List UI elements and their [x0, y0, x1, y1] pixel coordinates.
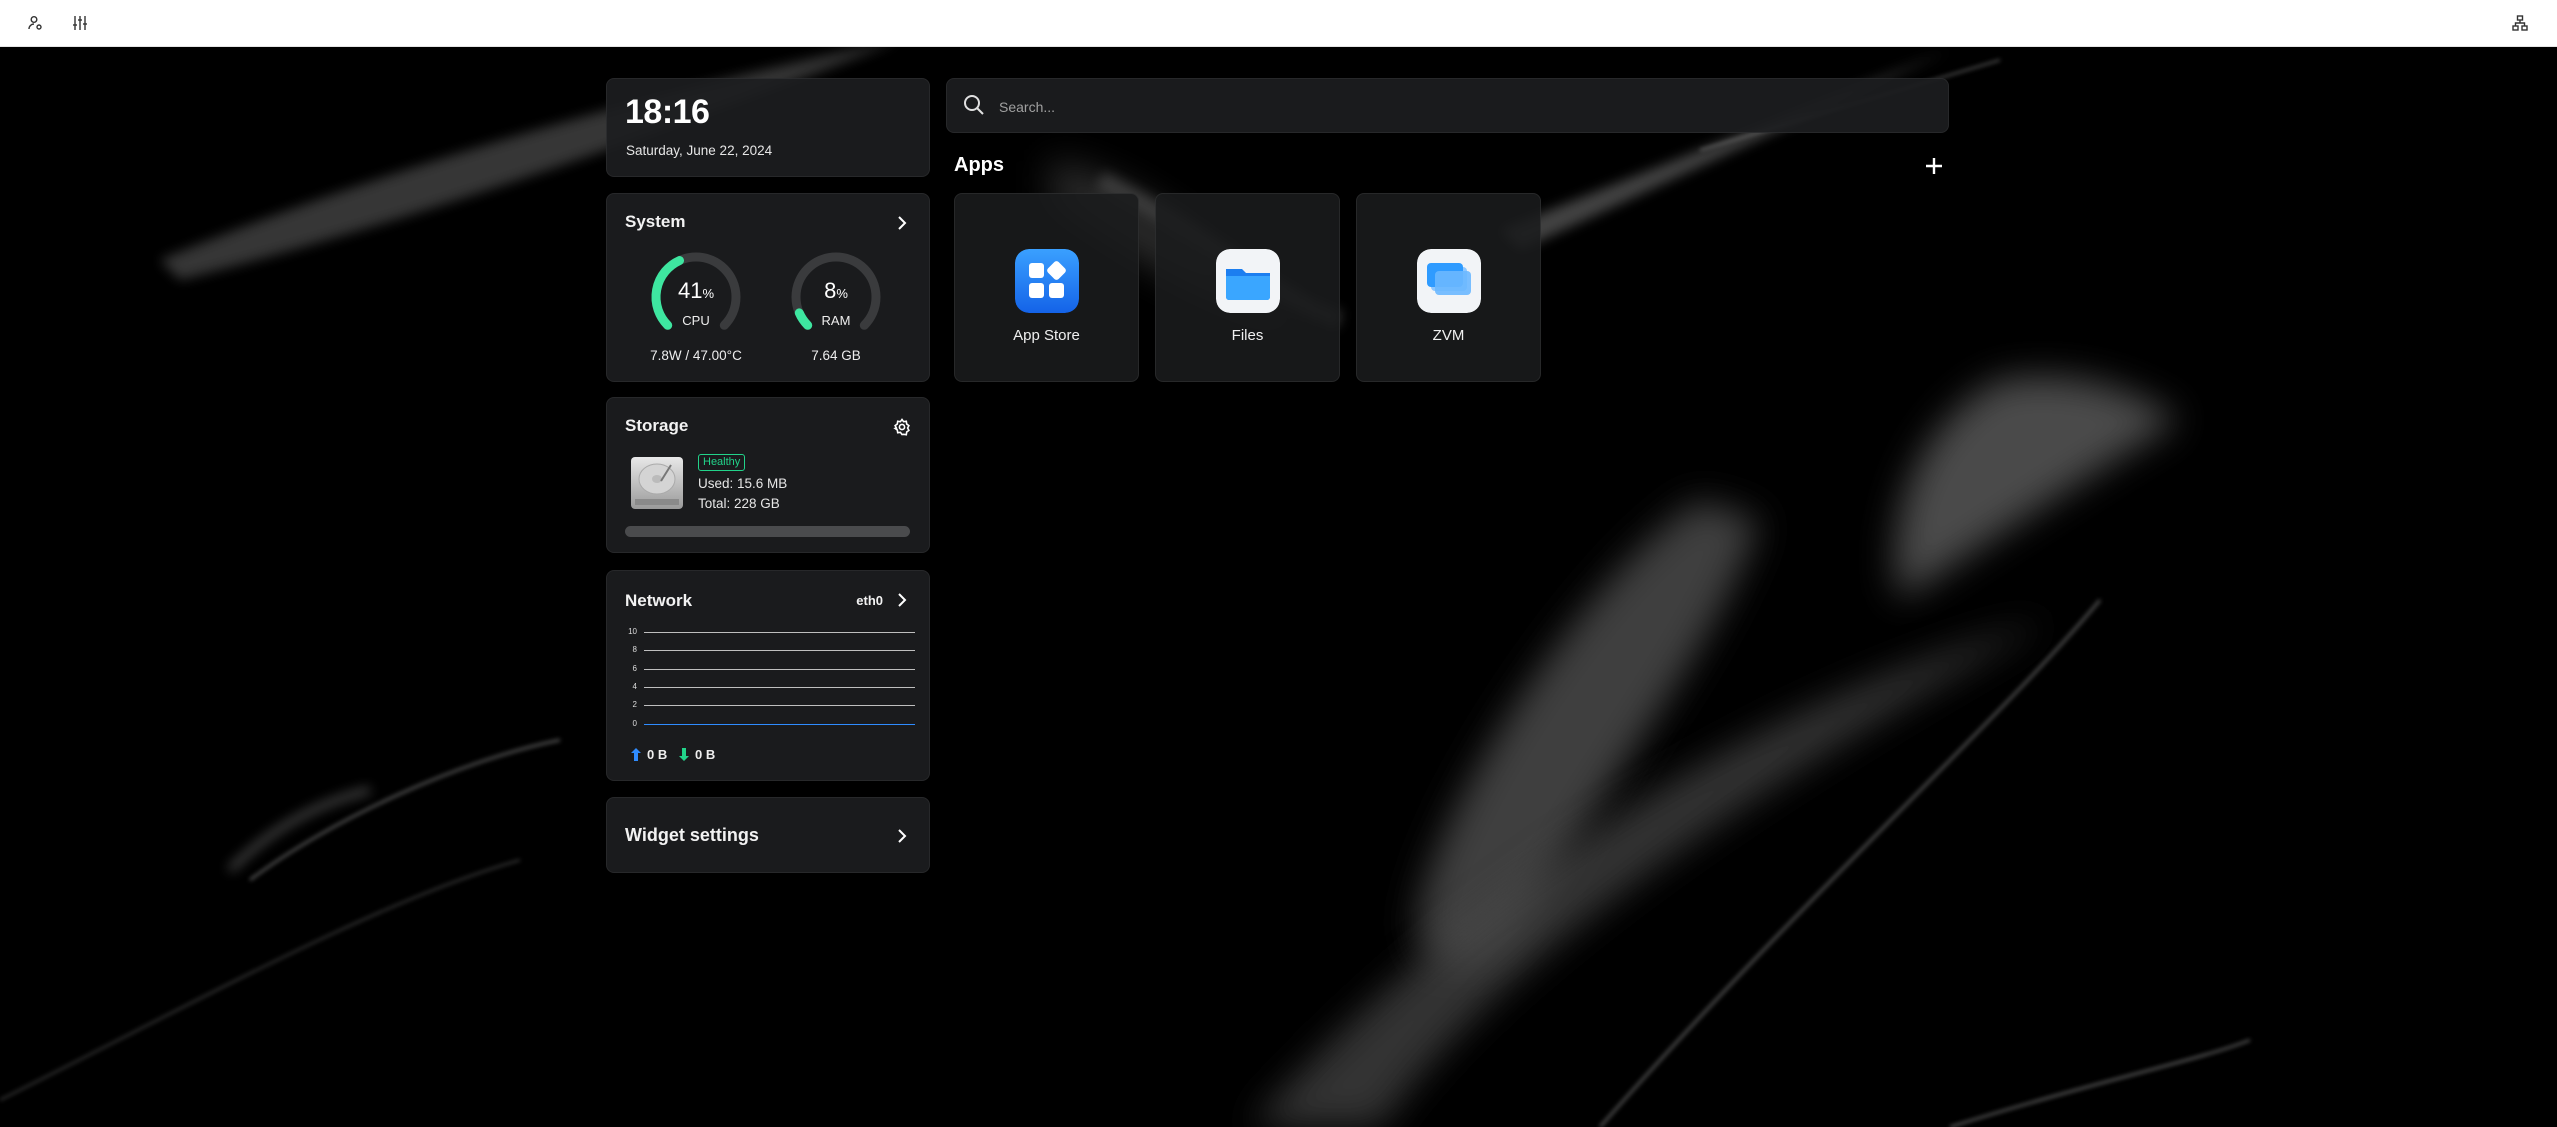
- network-widget: Network eth0 10 8 6 4 2 0 0 B 0 B: [606, 570, 930, 781]
- upload-arrow-icon: [631, 748, 641, 766]
- storage-usage-bar: [625, 526, 910, 537]
- system-widget: System 41% CPU 7.8W / 47.00°C 8% RAM 7.6…: [606, 193, 930, 382]
- y-tick: 6: [632, 664, 637, 673]
- cpu-gauge: 41% CPU: [647, 248, 745, 346]
- app-name: ZVM: [1432, 327, 1465, 344]
- network-interface: eth0: [856, 593, 883, 608]
- zvm-icon: [1417, 249, 1481, 313]
- storage-status-badge: Healthy: [698, 454, 746, 471]
- app-tile-app-store[interactable]: App Store: [954, 193, 1139, 382]
- sliders-icon[interactable]: [68, 11, 92, 35]
- add-app-plus-icon[interactable]: [1920, 152, 1948, 180]
- grid-line: [644, 650, 915, 651]
- traffic-baseline: [644, 724, 915, 725]
- apps-title: Apps: [954, 154, 1004, 176]
- cpu-detail: 7.8W / 47.00°C: [650, 348, 742, 363]
- ram-gauge: 8% RAM: [787, 248, 885, 346]
- grid-line: [644, 669, 915, 670]
- clock-date: Saturday, June 22, 2024: [626, 143, 773, 158]
- storage-settings-gear-icon[interactable]: [891, 416, 913, 438]
- download-arrow-icon: [679, 748, 689, 766]
- app-tile-files[interactable]: Files: [1155, 193, 1340, 382]
- widget-settings-label: Widget settings: [625, 825, 759, 845]
- grid-line: [644, 705, 915, 706]
- wallpaper: [0, 0, 2557, 1127]
- app-store-icon: [1015, 249, 1079, 313]
- storage-total: Total: 228 GB: [698, 496, 780, 511]
- grid-line: [644, 687, 915, 688]
- system-title: System: [625, 212, 686, 231]
- network-open-chevron-icon[interactable]: [891, 589, 913, 611]
- storage-widget: Storage Healthy Used: 15.6 MB Total: 228…: [606, 397, 930, 553]
- top-bar: [0, 0, 2557, 47]
- hard-drive-icon: [629, 455, 685, 511]
- ram-detail: 7.64 GB: [811, 348, 861, 363]
- widget-settings-chevron-icon[interactable]: [891, 825, 913, 847]
- system-open-chevron-icon[interactable]: [891, 212, 913, 234]
- clock-widget: 18:16 Saturday, June 22, 2024: [606, 78, 930, 177]
- y-tick: 10: [628, 627, 637, 636]
- storage-title: Storage: [625, 416, 689, 435]
- y-tick: 4: [632, 682, 637, 691]
- grid-line: [644, 632, 915, 633]
- ram-value: 8%: [824, 278, 848, 303]
- app-name: Files: [1231, 327, 1264, 344]
- y-tick: 2: [632, 700, 637, 709]
- widget-settings-button[interactable]: Widget settings: [606, 797, 930, 873]
- search-bar[interactable]: [946, 78, 1949, 133]
- folder-icon: [1216, 249, 1280, 313]
- storage-used: Used: 15.6 MB: [698, 476, 788, 491]
- upload-value: 0 B: [647, 747, 668, 762]
- clock-time: 18:16: [625, 93, 710, 131]
- app-tile-zvm[interactable]: ZVM: [1356, 193, 1541, 382]
- download-value: 0 B: [695, 747, 716, 762]
- search-input[interactable]: [997, 95, 1901, 119]
- cpu-value: 41%: [677, 278, 715, 303]
- y-tick: 0: [632, 719, 637, 728]
- search-icon: [963, 94, 985, 121]
- y-tick: 8: [632, 645, 637, 654]
- network-title: Network: [625, 591, 693, 610]
- cpu-label: CPU: [682, 313, 710, 328]
- user-settings-icon[interactable]: [23, 11, 47, 35]
- app-name: App Store: [1013, 327, 1080, 344]
- network-tree-icon[interactable]: [2508, 11, 2532, 35]
- ram-label: RAM: [821, 313, 851, 328]
